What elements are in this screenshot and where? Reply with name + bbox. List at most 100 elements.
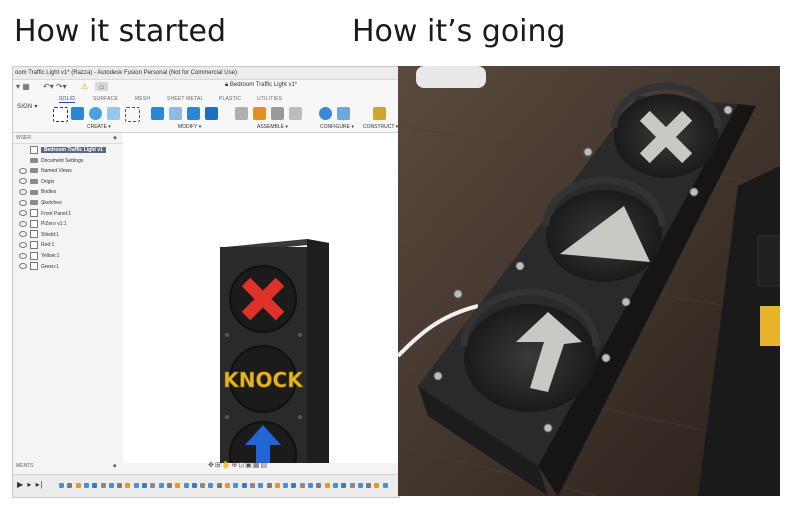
offset-plane-icon[interactable] [373,107,386,120]
configure-group-label[interactable]: CONFIGURE ▾ [320,124,354,130]
timeline-feature-icon[interactable] [92,483,98,488]
viewport[interactable]: KNOCK [123,133,399,495]
design-menu[interactable]: SIGN ▾ [17,103,38,110]
comments-options-icon[interactable]: ◆ [113,463,117,469]
timeline-feature-icon[interactable] [142,483,147,488]
timeline-feature-icon[interactable] [191,483,197,488]
tab-sheet-metal[interactable]: SHEET METAL [167,96,203,102]
browser-options-icon[interactable]: ◆ [113,133,117,143]
timeline-feature-icon[interactable] [266,483,272,488]
timeline-feature-icon[interactable] [366,483,372,488]
visibility-eye-icon[interactable] [19,210,27,217]
tree-item[interactable]: Shield:1 [13,230,59,240]
visibility-eye-icon[interactable] [19,231,27,238]
timeline-feature-icon[interactable] [108,483,114,488]
timeline-feature-icon[interactable] [158,483,164,488]
timeline-feature-icon[interactable] [117,483,123,488]
timeline-feature-icon[interactable] [216,483,222,488]
tree-item[interactable]: Front Panel:1 [13,209,71,219]
create-sketch-icon[interactable] [53,107,68,122]
rigid-group-icon[interactable] [289,107,302,120]
visibility-eye-icon[interactable] [19,252,27,259]
timeline-feature-icon[interactable] [150,483,156,488]
timeline-feature-icon[interactable] [357,483,363,488]
look-at-icon[interactable]: ⊞ [215,462,222,469]
parameters-icon[interactable] [319,107,332,120]
timeline-feature-icon[interactable] [332,483,338,488]
joint-icon[interactable] [235,107,248,120]
timeline-feature-icon[interactable] [274,483,280,488]
revolve-icon[interactable] [89,107,102,120]
visibility-eye-icon[interactable] [19,220,27,227]
timeline-feature-icon[interactable] [324,483,330,488]
visibility-eye-icon[interactable] [19,189,27,196]
assemble-group-label[interactable]: ASSEMBLE ▾ [257,124,288,130]
timeline-feature-icon[interactable] [241,483,247,488]
timeline-feature-icon[interactable] [382,483,388,488]
tree-item[interactable]: Bodies [13,187,56,197]
timeline-feature-icon[interactable] [200,483,206,488]
visibility-eye-icon[interactable] [19,263,27,270]
timeline-feature-icon[interactable] [125,483,131,488]
timeline-feature-icon[interactable] [258,483,264,488]
home-icon[interactable]: ⌂ [95,82,108,91]
warning-icon[interactable]: ⚠ [81,82,88,91]
extrude-icon[interactable] [71,107,84,120]
timeline-feature-icon[interactable] [183,483,189,488]
press-pull-icon[interactable] [151,107,164,120]
menu-icon[interactable]: ▾ ▦ [16,82,30,91]
timeline-feature-icon[interactable] [341,483,347,488]
timeline-feature-icon[interactable] [100,483,106,488]
tree-item[interactable]: Document Settings [13,156,83,166]
undo-icon[interactable]: ↶▾ ↷▾ [43,82,67,91]
tree-item[interactable]: PiZero v1:1 [13,219,67,229]
orbit-icon[interactable]: ✥ [208,462,215,469]
timeline-feature-icon[interactable] [374,483,380,488]
tab-utilities[interactable]: UTILITIES [257,96,282,102]
timeline-feature-icon[interactable] [283,483,289,488]
construct-group-label[interactable]: CONSTRUCT ▾ [363,124,398,130]
tree-item[interactable]: Green:1 [13,262,59,272]
display-settings-icon[interactable]: ▣ [245,462,253,469]
fillet-icon[interactable] [169,107,182,120]
hole-icon[interactable] [107,107,120,120]
shell-icon[interactable] [187,107,200,120]
timeline-feature-icon[interactable] [349,483,355,488]
timeline-feature-icon[interactable] [233,483,239,488]
tree-item[interactable]: Bedroom Traffic Light v1 [13,145,106,155]
visibility-eye-icon[interactable] [19,167,27,174]
visibility-eye-icon[interactable] [19,242,27,249]
timeline-feature-icon[interactable] [225,483,230,488]
timeline-feature-icon[interactable] [75,483,81,488]
tree-item[interactable]: Named Views [13,166,72,176]
tree-item[interactable]: Origin [13,177,54,187]
timeline-playback-controls[interactable]: ▶ ▸ ▸| [17,480,44,489]
box-icon[interactable] [125,107,140,122]
timeline-feature-icon[interactable] [133,483,139,488]
viewports-icon[interactable]: ▤ [260,462,268,469]
timeline-feature-icon[interactable] [308,483,313,488]
timeline-feature-icon[interactable] [291,483,297,488]
tree-item[interactable]: Yellow:1 [13,251,59,261]
timeline-feature-icon[interactable] [208,483,214,488]
new-component-icon[interactable] [253,107,266,120]
timeline-feature-icon[interactable] [249,483,255,488]
timeline-feature-icon[interactable] [83,483,89,488]
modify-group-label[interactable]: MODIFY ▾ [178,124,201,130]
timeline-feature-icon[interactable] [59,483,64,488]
tree-item[interactable]: Sketches [13,198,62,208]
timeline-feature-icon[interactable] [299,483,305,488]
as-built-joint-icon[interactable] [271,107,284,120]
document-tab[interactable]: 🔒︎ Bedroom Traffic Light v1* [225,82,297,89]
timeline-feature-icon[interactable] [166,483,172,488]
tab-plastic[interactable]: PLASTIC [219,96,241,102]
tree-item[interactable]: Red:1 [13,240,54,250]
combine-icon[interactable] [205,107,218,120]
tab-surface[interactable]: SURFACE [93,96,118,102]
visibility-eye-icon[interactable] [19,178,27,185]
create-group-label[interactable]: CREATE ▾ [87,124,111,130]
tab-mesh[interactable]: MESH [135,96,150,102]
visibility-eye-icon[interactable] [19,199,27,206]
pan-icon[interactable]: ✋ [222,462,232,469]
tab-solid[interactable]: SOLID [59,96,76,103]
